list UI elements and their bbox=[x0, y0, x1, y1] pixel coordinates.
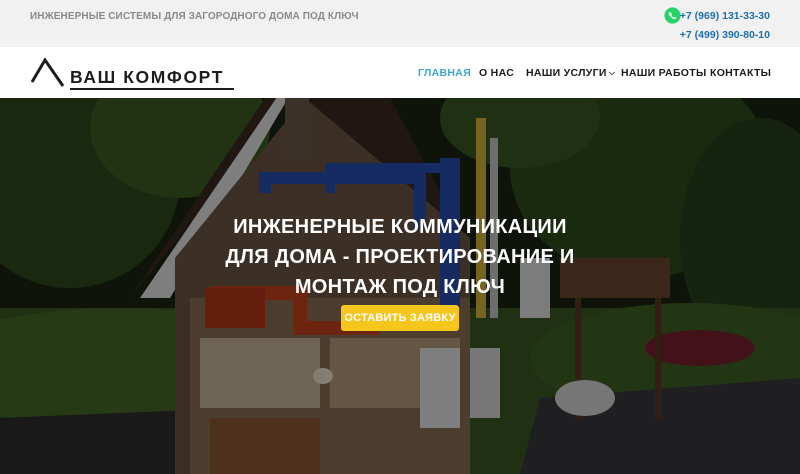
hero-section: ИНЖЕНЕРНЫЕ КОММУНИКАЦИИ ДЛЯ ДОМА - ПРОЕК… bbox=[0, 98, 800, 474]
nav-services-label: НАШИ УСЛУГИ bbox=[526, 67, 607, 79]
nav-contacts-label: КОНТАКТЫ bbox=[710, 67, 772, 79]
tagline: ИНЖЕНЕРНЫЕ СИСТЕМЫ ДЛЯ ЗАГОРОДНОГО ДОМА … bbox=[30, 11, 359, 22]
phone-link-2[interactable]: +7 (499) 390-80-10 bbox=[680, 29, 770, 41]
nav-about-label: О НАС bbox=[479, 67, 515, 79]
roof-icon bbox=[30, 57, 65, 87]
nav-home[interactable]: ГЛАВНАЯ bbox=[418, 67, 471, 79]
nav-about[interactable]: О НАС bbox=[479, 67, 514, 79]
nav-services[interactable]: НАШИ УСЛУГИ ⌵ bbox=[526, 67, 615, 79]
nav-works-label: НАШИ РАБОТЫ bbox=[621, 67, 707, 79]
hero-title-line-1: ИНЖЕНЕРНЫЕ КОММУНИКАЦИИ bbox=[233, 216, 567, 238]
phone-link-1[interactable]: +7 (969) 131-33-30 bbox=[680, 10, 770, 22]
whatsapp-icon[interactable] bbox=[664, 7, 681, 24]
nav-works[interactable]: НАШИ РАБОТЫ bbox=[621, 67, 707, 79]
hero-title: ИНЖЕНЕРНЫЕ КОММУНИКАЦИИ ДЛЯ ДОМА - ПРОЕК… bbox=[0, 212, 800, 302]
nav-home-label: ГЛАВНАЯ bbox=[418, 67, 472, 79]
logo[interactable]: ВАШ КОМФОРТ bbox=[30, 56, 234, 90]
chevron-down-icon: ⌵ bbox=[608, 68, 616, 77]
hero-title-line-3: МОНТАЖ ПОД КЛЮЧ bbox=[294, 276, 506, 298]
top-bar: ИНЖЕНЕРНЫЕ СИСТЕМЫ ДЛЯ ЗАГОРОДНОГО ДОМА … bbox=[0, 0, 800, 47]
logo-underline bbox=[70, 88, 234, 90]
logo-text: ВАШ КОМФОРТ bbox=[70, 67, 225, 87]
hero-title-line-2: ДЛЯ ДОМА - ПРОЕКТИРОВАНИЕ И bbox=[225, 246, 575, 268]
main-navbar: ВАШ КОМФОРТ ГЛАВНАЯ О НАС НАШИ УСЛУГИ ⌵ Н… bbox=[0, 47, 800, 98]
request-button[interactable]: ОСТАВИТЬ ЗАЯВКУ bbox=[341, 305, 459, 331]
nav-contacts[interactable]: КОНТАКТЫ bbox=[710, 67, 771, 79]
